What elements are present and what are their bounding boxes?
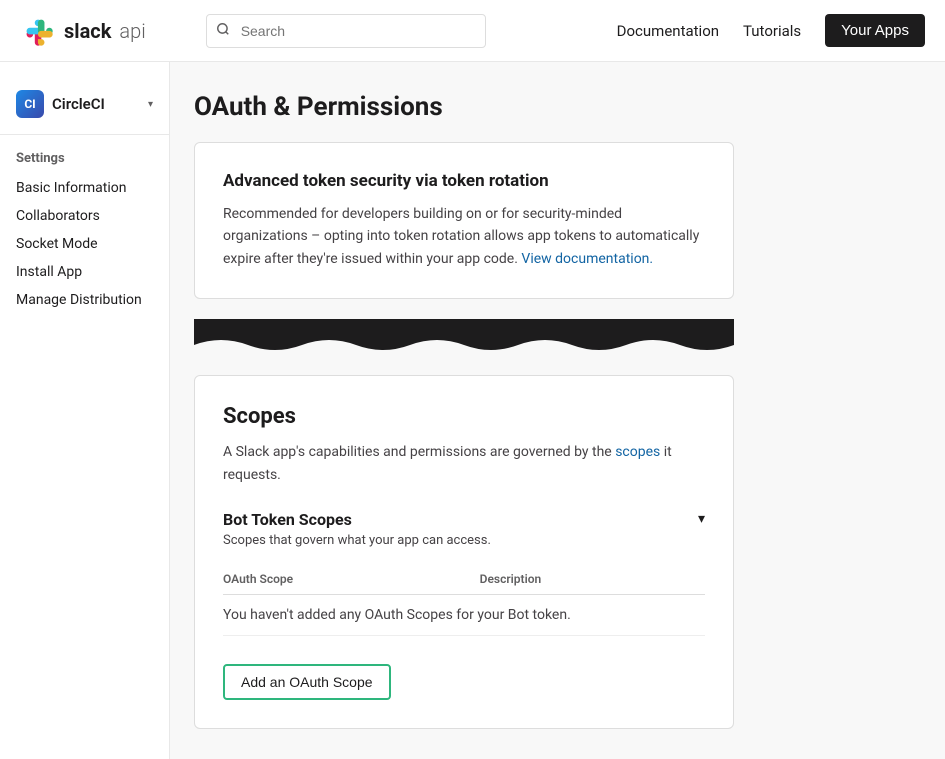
token-security-body: Recommended for developers building on o… [223, 203, 705, 270]
search-input[interactable] [206, 14, 486, 48]
app-icon: CI [16, 90, 44, 118]
search-container [206, 14, 486, 48]
sidebar-item-basic-information[interactable]: Basic Information [0, 174, 169, 202]
sidebar-item-collaborators[interactable]: Collaborators [0, 202, 169, 230]
table-row-empty: You haven't added any OAuth Scopes for y… [223, 594, 705, 635]
sidebar: CI CircleCI ▾ Settings Basic Information… [0, 62, 170, 759]
app-selector[interactable]: CI CircleCI ▾ [0, 82, 169, 135]
sidebar-item-manage-distribution[interactable]: Manage Distribution [0, 286, 169, 314]
main-content: OAuth & Permissions Advanced token secur… [170, 62, 945, 759]
scopes-card: Scopes A Slack app's capabilities and pe… [194, 375, 734, 729]
token-security-link[interactable]: View documentation. [521, 251, 653, 267]
scopes-desc-before: A Slack app's capabilities and permissio… [223, 444, 612, 460]
bot-token-title: Bot Token Scopes [223, 510, 352, 529]
empty-scopes-message: You haven't added any OAuth Scopes for y… [223, 594, 705, 635]
scopes-description: A Slack app's capabilities and permissio… [223, 441, 705, 486]
token-security-card: Advanced token security via token rotati… [194, 142, 734, 299]
nav-tutorials[interactable]: Tutorials [743, 22, 801, 40]
logo-text: slack [64, 19, 111, 43]
scopes-title: Scopes [223, 404, 705, 429]
oauth-scopes-table: OAuth Scope Description You haven't adde… [223, 564, 705, 636]
logo-link[interactable]: slack api [20, 13, 146, 49]
site-header: slack api Documentation Tutorials Your A… [0, 0, 945, 62]
scopes-inner: Scopes A Slack app's capabilities and pe… [195, 376, 733, 728]
nav-documentation[interactable]: Documentation [617, 22, 719, 40]
scopes-link[interactable]: scopes [615, 444, 660, 460]
sidebar-item-socket-mode[interactable]: Socket Mode [0, 230, 169, 258]
page-layout: CI CircleCI ▾ Settings Basic Information… [0, 62, 945, 759]
settings-section-label: Settings [0, 151, 169, 174]
main-nav: Documentation Tutorials Your Apps [617, 14, 925, 47]
wavy-divider [194, 319, 734, 355]
search-icon [216, 22, 230, 40]
sidebar-item-install-app[interactable]: Install App [0, 258, 169, 286]
slack-logo-icon [20, 13, 56, 49]
table-header-scope: OAuth Scope [223, 564, 480, 595]
bot-token-subtitle: Scopes that govern what your app can acc… [223, 533, 705, 548]
bot-token-chevron-icon: ▾ [698, 511, 705, 527]
table-header-description: Description [480, 564, 705, 595]
token-security-title: Advanced token security via token rotati… [223, 171, 705, 191]
your-apps-button[interactable]: Your Apps [825, 14, 925, 47]
bot-token-header: Bot Token Scopes ▾ [223, 510, 705, 529]
page-title: OAuth & Permissions [194, 92, 915, 122]
wave-bottom-svg [194, 335, 734, 355]
logo-api-text: api [119, 19, 145, 43]
chevron-down-icon: ▾ [148, 99, 153, 110]
add-oauth-scope-button[interactable]: Add an OAuth Scope [223, 664, 391, 700]
app-name: CircleCI [52, 95, 140, 113]
